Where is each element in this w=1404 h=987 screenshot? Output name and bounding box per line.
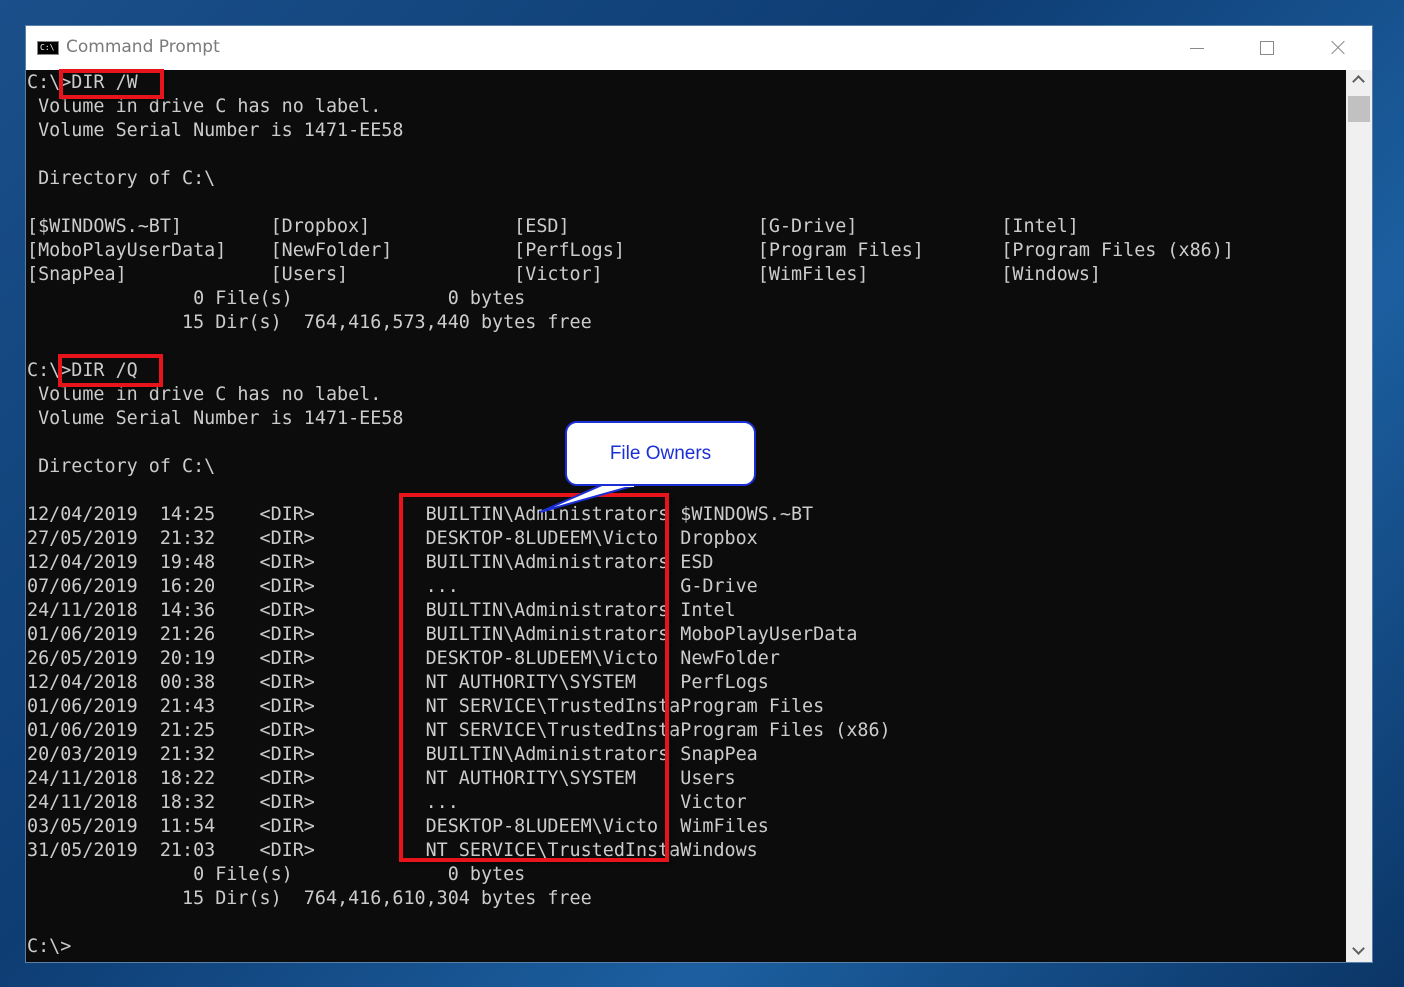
console-line: [$WINDOWS.~BT] [Dropbox] [ESD] [G-Drive]… xyxy=(27,216,1079,237)
console-output[interactable]: C:\>DIR /W Volume in drive C has no labe… xyxy=(26,70,1346,962)
console-line: Directory of C:\ xyxy=(27,456,216,477)
cmd-app-icon: C:\ xyxy=(37,41,59,55)
minimize-button[interactable] xyxy=(1162,26,1232,70)
highlight-dir-q-command xyxy=(58,354,163,387)
console-line: [SnapPea] [Users] [Victor] [WimFiles] [W… xyxy=(27,264,1101,285)
scroll-down-arrow-icon[interactable] xyxy=(1346,940,1372,962)
console-line: Volume Serial Number is 1471-EE58 xyxy=(27,408,404,429)
highlight-owner-column xyxy=(399,493,669,862)
vertical-scrollbar[interactable] xyxy=(1346,70,1372,962)
scroll-up-arrow-icon[interactable] xyxy=(1346,70,1372,92)
close-button[interactable] xyxy=(1302,26,1372,70)
console-line: Directory of C:\ xyxy=(27,168,216,189)
title-bar[interactable]: C:\ Command Prompt xyxy=(26,26,1372,70)
console-line: Volume in drive C has no label. xyxy=(27,384,382,405)
cmd-app-icon-label: C:\ xyxy=(40,43,55,52)
console-line: Volume Serial Number is 1471-EE58 xyxy=(27,120,404,141)
console-line: 15 Dir(s) 764,416,573,440 bytes free xyxy=(27,312,592,333)
file-owners-callout: File Owners xyxy=(565,421,756,486)
scroll-thumb[interactable] xyxy=(1348,96,1370,122)
window-title: Command Prompt xyxy=(66,37,220,57)
command-prompt-window[interactable]: C:\ Command Prompt C:\>DIR /W Volume in … xyxy=(26,26,1372,962)
console-line: 15 Dir(s) 764,416,610,304 bytes free xyxy=(27,888,592,909)
console-line: 0 File(s) 0 bytes xyxy=(27,288,526,309)
maximize-button[interactable] xyxy=(1232,26,1302,70)
highlight-dir-w-command xyxy=(59,69,164,99)
console-line: [MoboPlayUserData] [NewFolder] [PerfLogs… xyxy=(27,240,1234,261)
console-line: Volume in drive C has no label. xyxy=(27,96,382,117)
console-line: C:\> xyxy=(27,936,72,957)
console-line: 0 File(s) 0 bytes xyxy=(27,864,526,885)
